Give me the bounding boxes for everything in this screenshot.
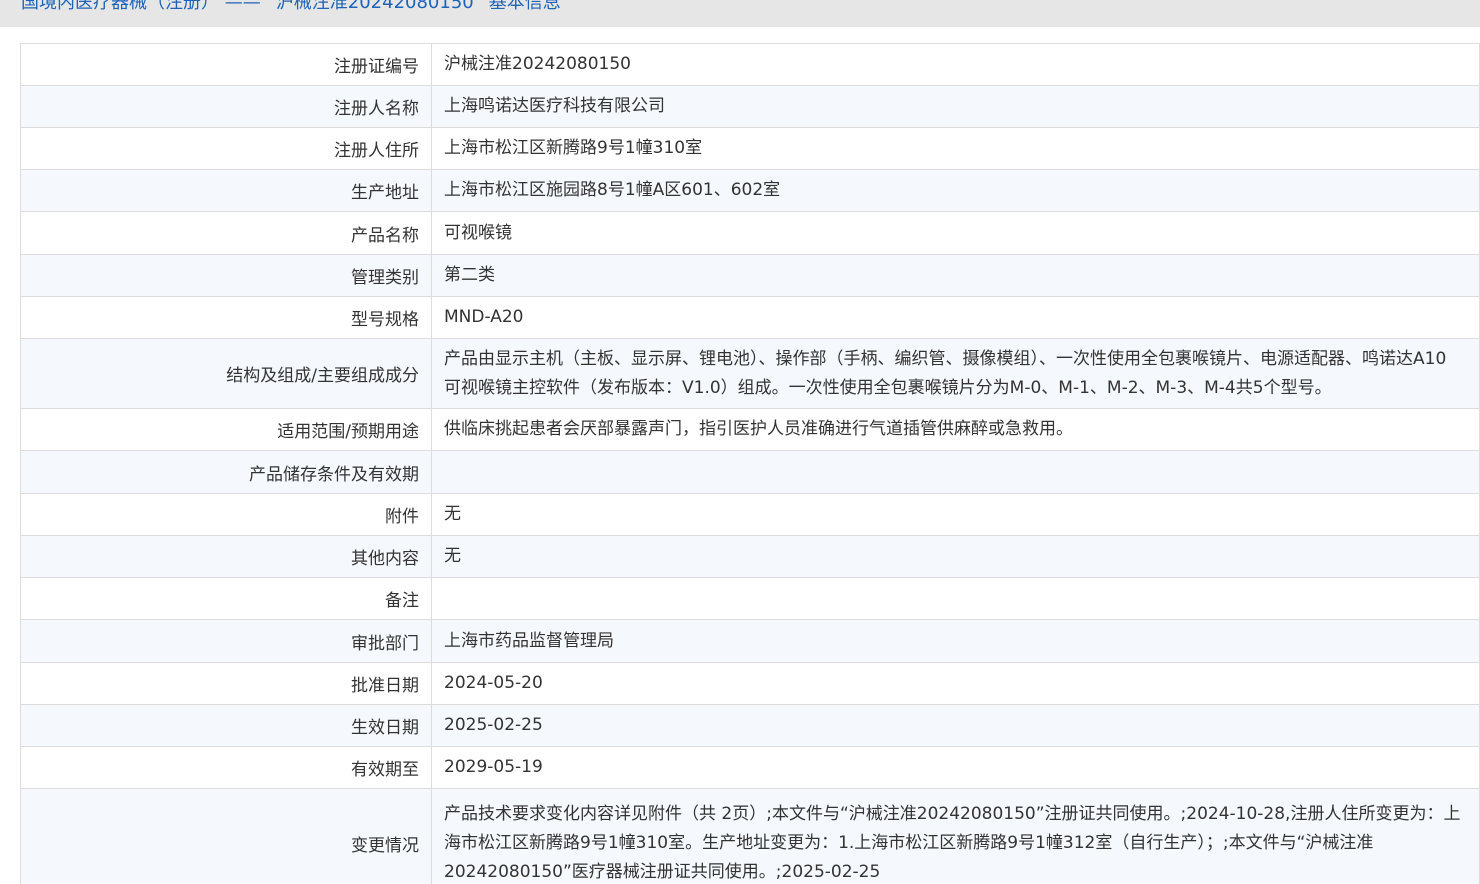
row-label: 生效日期 xyxy=(20,704,432,747)
content-panel: 注册证编号 沪械注准20242080150 注册人名称 上海鸣诺达医疗科技有限公… xyxy=(0,27,1480,884)
row-value: MND-A20 xyxy=(431,296,1480,339)
row-label: 产品名称 xyxy=(20,211,432,255)
table-row: 批准日期 2024-05-20 xyxy=(20,662,1480,705)
row-value: 产品技术要求变化内容详见附件（共 2页）;本文件与“沪械注准2024208015… xyxy=(431,788,1480,884)
row-value: 2024-05-20 xyxy=(431,662,1480,705)
row-value: 2029-05-19 xyxy=(431,746,1480,789)
row-value: 上海鸣诺达医疗科技有限公司 xyxy=(431,85,1480,128)
row-label: 备注 xyxy=(20,577,432,620)
row-value: 产品由显示主机（主板、显示屏、锂电池）、操作部（手柄、编织管、摄像模组）、一次性… xyxy=(431,338,1480,409)
row-label: 其他内容 xyxy=(20,535,432,578)
table-row: 结构及组成/主要组成成分 产品由显示主机（主板、显示屏、锂电池）、操作部（手柄、… xyxy=(20,338,1480,409)
row-value: 可视喉镜 xyxy=(431,211,1480,255)
row-value: 上海市松江区施园路8号1幢A区601、602室 xyxy=(431,169,1480,212)
row-value: 沪械注准20242080150 xyxy=(431,43,1480,86)
row-label: 生产地址 xyxy=(20,169,432,212)
row-label: 注册证编号 xyxy=(20,43,432,86)
row-value: 供临床挑起患者会厌部暴露声门，指引医护人员准确进行气道插管供麻醉或急救用。 xyxy=(431,408,1480,451)
table-row: 产品名称 可视喉镜 xyxy=(20,211,1480,255)
table-row: 生效日期 2025-02-25 xyxy=(20,704,1480,747)
table-row: 注册证编号 沪械注准20242080150 xyxy=(20,43,1480,86)
row-value: 上海市松江区新腾路9号1幢310室 xyxy=(431,127,1480,170)
table-row: 型号规格 MND-A20 xyxy=(20,296,1480,339)
row-value: 无 xyxy=(431,493,1480,536)
row-label: 适用范围/预期用途 xyxy=(20,408,432,451)
row-label: 型号规格 xyxy=(20,296,432,339)
row-value: 上海市药品监督管理局 xyxy=(431,619,1480,663)
row-label: 批准日期 xyxy=(20,662,432,705)
row-value: 第二类 xyxy=(431,254,1480,297)
table-row: 生产地址 上海市松江区施园路8号1幢A区601、602室 xyxy=(20,169,1480,212)
row-value xyxy=(431,450,1480,494)
table-row: 注册人名称 上海鸣诺达医疗科技有限公司 xyxy=(20,85,1480,128)
table-row: 备注 xyxy=(20,577,1480,620)
row-label: 注册人名称 xyxy=(20,85,432,128)
table-row: 产品储存条件及有效期 xyxy=(20,450,1480,494)
table-row: 附件 无 xyxy=(20,493,1480,536)
table-row: 其他内容 无 xyxy=(20,535,1480,578)
table-row: 变更情况 产品技术要求变化内容详见附件（共 2页）;本文件与“沪械注准20242… xyxy=(20,788,1480,884)
row-label: 审批部门 xyxy=(20,619,432,663)
row-value xyxy=(431,577,1480,620)
page-title: 国境内医疗器械（注册） —— “沪械注准20242080150” 基本信息 xyxy=(21,0,561,13)
row-label: 管理类别 xyxy=(20,254,432,297)
header-bar: 国境内医疗器械（注册） —— “沪械注准20242080150” 基本信息 xyxy=(0,0,1480,27)
row-value: 无 xyxy=(431,535,1480,578)
table-row: 有效期至 2029-05-19 xyxy=(20,746,1480,789)
row-label: 产品储存条件及有效期 xyxy=(20,450,432,494)
row-label: 注册人住所 xyxy=(20,127,432,170)
page: 国境内医疗器械（注册） —— “沪械注准20242080150” 基本信息 注册… xyxy=(0,0,1480,884)
row-label: 附件 xyxy=(20,493,432,536)
table-row: 管理类别 第二类 xyxy=(20,254,1480,297)
row-value: 2025-02-25 xyxy=(431,704,1480,747)
row-label: 结构及组成/主要组成成分 xyxy=(20,338,432,409)
table-row: 注册人住所 上海市松江区新腾路9号1幢310室 xyxy=(20,127,1480,170)
row-label: 变更情况 xyxy=(20,788,432,884)
registration-info-table: 注册证编号 沪械注准20242080150 注册人名称 上海鸣诺达医疗科技有限公… xyxy=(20,43,1480,884)
table-row: 适用范围/预期用途 供临床挑起患者会厌部暴露声门，指引医护人员准确进行气道插管供… xyxy=(20,408,1480,451)
table-row: 审批部门 上海市药品监督管理局 xyxy=(20,619,1480,663)
row-label: 有效期至 xyxy=(20,746,432,789)
